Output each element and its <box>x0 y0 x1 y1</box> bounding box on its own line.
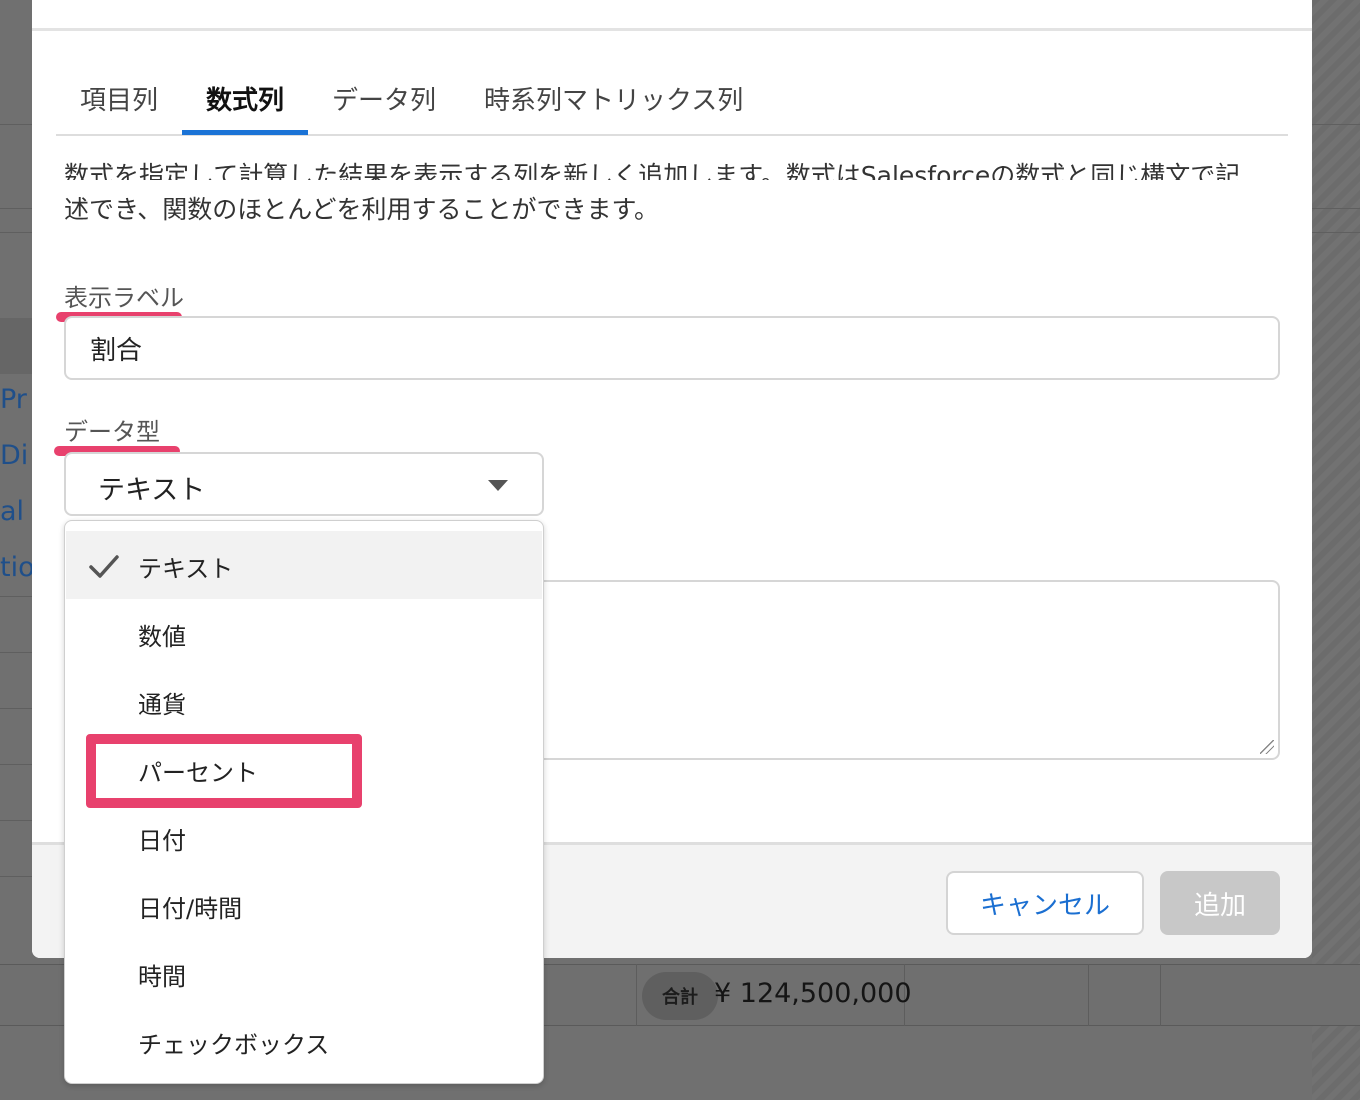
add-button[interactable]: 追加 <box>1160 871 1280 935</box>
formula-textarea[interactable] <box>502 580 1280 760</box>
data-type-heading: データ型 <box>64 418 160 446</box>
dropdown-option-checkbox[interactable]: チェックボックス <box>66 1007 542 1075</box>
dropdown-option-text[interactable]: テキスト <box>66 531 542 599</box>
description-text: 述でき、関数のほとんどを利用することができます。 <box>64 195 660 224</box>
column-type-tabs: 項目列 数式列 データ列 時系列マトリックス列 <box>56 60 1288 136</box>
check-icon <box>89 555 119 578</box>
background-divider <box>0 124 32 125</box>
background-divider <box>0 652 32 653</box>
cancel-button[interactable]: キャンセル <box>946 871 1144 935</box>
background-left-edge <box>0 0 32 1100</box>
dropdown-option-label: 日付 <box>138 827 186 855</box>
active-tab-indicator <box>182 130 308 135</box>
background-divider <box>0 232 32 233</box>
display-label-input[interactable]: 割合 <box>64 316 1280 380</box>
background-divider <box>1312 232 1360 233</box>
dropdown-option-label: 時間 <box>138 963 186 991</box>
display-label-heading: 表示ラベル <box>64 284 184 312</box>
caret-down-icon <box>488 480 508 491</box>
description-text: 数式を指定して計算した結果を表示する列を新しく追加します。数式はSalesfor… <box>64 161 1241 180</box>
tab-time-series-matrix-column[interactable]: 時系列マトリックス列 <box>484 80 743 117</box>
data-type-select[interactable]: テキスト <box>64 452 544 516</box>
dropdown-option-label: チェックボックス <box>138 1031 330 1059</box>
background-divider <box>0 596 32 597</box>
dropdown-option-label: 日付/時間 <box>138 895 243 923</box>
dropdown-option-label: 通貨 <box>138 691 186 719</box>
dropdown-option-currency[interactable]: 通貨 <box>66 667 542 735</box>
background-divider <box>0 820 32 821</box>
background-column-divider <box>1160 964 1161 1026</box>
background-divider <box>0 764 32 765</box>
background-column-divider <box>636 964 637 1026</box>
background-divider <box>0 708 32 709</box>
dropdown-option-number[interactable]: 数値 <box>66 599 542 667</box>
description-clipped-line: 数式を指定して計算した結果を表示する列を新しく追加します。数式はSalesfor… <box>64 150 1294 180</box>
dropdown-option-date[interactable]: 日付 <box>66 803 542 871</box>
highlight-box <box>86 734 362 808</box>
background-header-row <box>0 318 32 374</box>
resize-grip-icon[interactable] <box>1260 740 1274 754</box>
total-amount: ¥ 124,500,000 <box>714 978 912 1009</box>
background-row-link[interactable]: Pr <box>0 384 27 415</box>
dropdown-option-label: 数値 <box>138 623 186 651</box>
dropdown-option-label: テキスト <box>138 555 234 583</box>
tab-data-column[interactable]: データ列 <box>332 80 436 117</box>
background-right-edge <box>1312 0 1360 1100</box>
background-divider <box>0 876 32 877</box>
background-column-divider <box>1088 964 1089 1026</box>
dropdown-option-datetime[interactable]: 日付/時間 <box>66 871 542 939</box>
background-row-link[interactable]: Di <box>0 440 28 471</box>
background-divider <box>1312 208 1360 209</box>
tab-formula-column[interactable]: 数式列 <box>206 80 284 117</box>
dropdown-option-time[interactable]: 時間 <box>66 939 542 1007</box>
data-type-selected-value: テキスト <box>98 475 206 506</box>
background-row-link[interactable]: al <box>0 496 24 527</box>
background-row-link[interactable]: tio <box>0 552 35 583</box>
total-badge: 合計 <box>642 972 718 1020</box>
modal-header-divider <box>32 28 1312 31</box>
background-divider <box>1312 124 1360 125</box>
background-divider <box>0 208 32 209</box>
tab-field-column[interactable]: 項目列 <box>80 80 158 117</box>
